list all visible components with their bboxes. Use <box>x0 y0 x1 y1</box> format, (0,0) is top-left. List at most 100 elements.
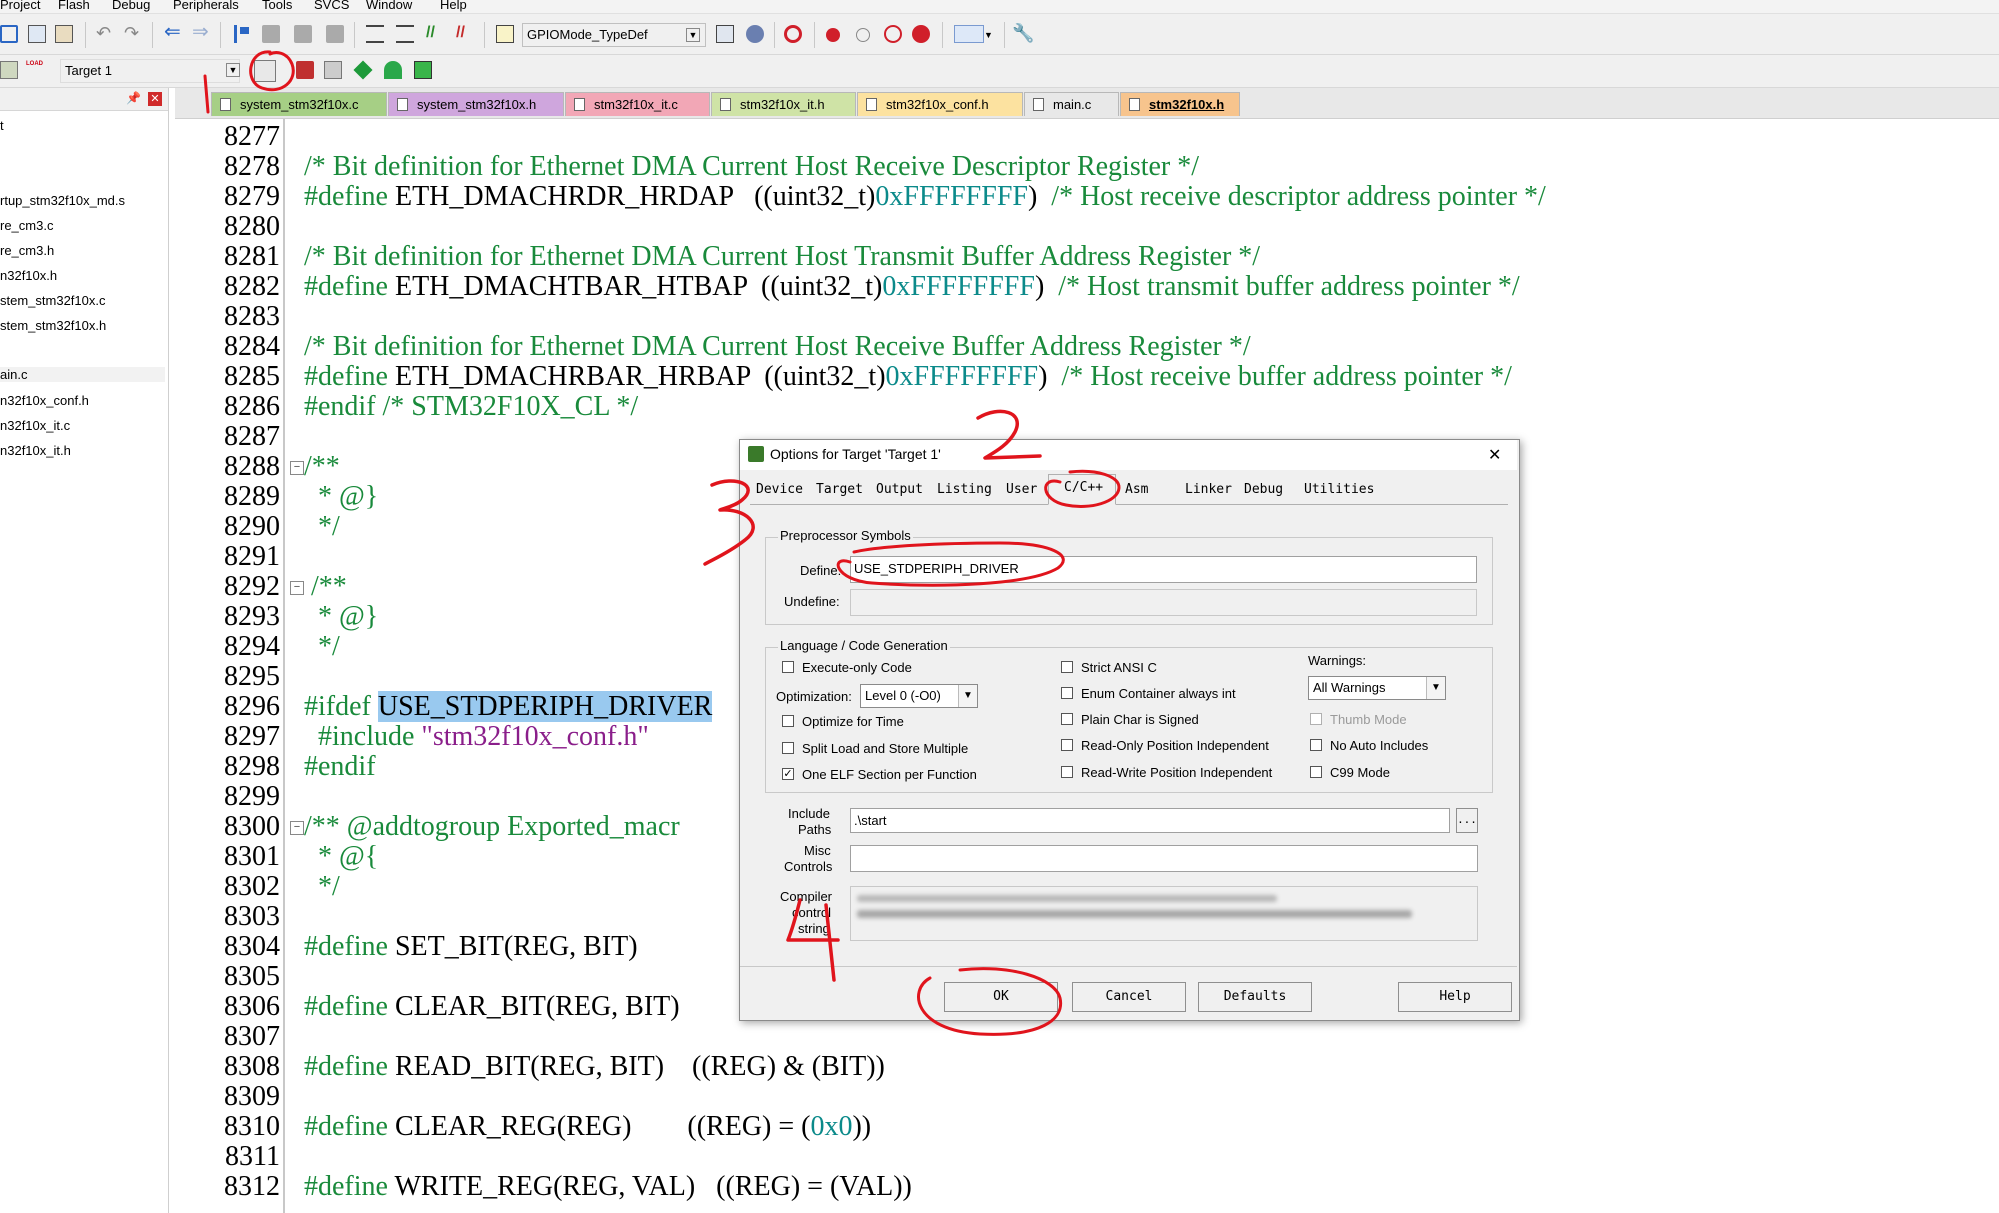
configure-wrench-icon[interactable]: 🔧 <box>1012 24 1034 43</box>
tree-item-selected[interactable]: ain.c <box>0 367 165 382</box>
menu-window[interactable]: Window <box>366 0 412 12</box>
tab-output[interactable]: Output <box>876 482 923 497</box>
no-auto-includes-checkbox[interactable] <box>1310 739 1322 751</box>
warnings-select[interactable]: All Warnings ▼ <box>1308 676 1446 700</box>
tab-asm[interactable]: Asm <box>1125 482 1148 497</box>
find-icon[interactable] <box>716 25 734 43</box>
tab-stm32f10x-it-h[interactable]: stm32f10x_it.h <box>711 92 856 116</box>
incremental-find-icon[interactable] <box>746 25 764 43</box>
prev-bookmark-icon[interactable] <box>262 25 280 43</box>
tab-system-stm32f10x-h[interactable]: system_stm32f10x.h <box>388 92 564 116</box>
manage-rte-icon[interactable] <box>414 61 432 79</box>
tree-item[interactable]: t <box>0 118 4 133</box>
tree-item[interactable]: re_cm3.c <box>0 218 53 233</box>
tab-stm32f10x-conf-h[interactable]: stm32f10x_conf.h <box>857 92 1023 116</box>
fold-toggle[interactable]: − <box>290 581 304 595</box>
disable-all-breakpoints-icon[interactable] <box>884 25 902 43</box>
find-combo[interactable]: GPIOMode_TypeDef <box>522 23 706 47</box>
tab-listing[interactable]: Listing <box>937 482 992 497</box>
menu-debug[interactable]: Debug <box>112 0 150 12</box>
plain-char-checkbox[interactable] <box>1061 713 1073 725</box>
indent-icon[interactable] <box>366 25 384 43</box>
menu-svcs[interactable]: SVCS <box>314 0 349 12</box>
pin-icon[interactable]: 📌 <box>126 91 141 105</box>
tree-item[interactable]: stem_stm32f10x.c <box>0 293 106 308</box>
disable-breakpoint-icon[interactable] <box>856 28 870 42</box>
tab-target[interactable]: Target <box>816 482 863 497</box>
include-paths-input[interactable]: .\start <box>850 808 1450 833</box>
c99-checkbox[interactable] <box>1310 766 1322 778</box>
help-button[interactable]: Help <box>1398 982 1512 1012</box>
menu-flash[interactable]: Flash <box>58 0 90 12</box>
execute-only-checkbox[interactable] <box>782 661 794 673</box>
target-combo[interactable]: Target 1 <box>60 59 240 83</box>
optimization-select[interactable]: Level 0 (-O0) ▼ <box>860 684 978 708</box>
tree-item[interactable]: stem_stm32f10x.h <box>0 318 106 333</box>
include-paths-browse-button[interactable]: ... <box>1456 808 1478 833</box>
load-icon[interactable]: LOAD <box>26 60 48 78</box>
undo-icon[interactable]: ↶ <box>96 24 114 43</box>
close-icon[interactable]: ✕ <box>1488 445 1501 465</box>
nav-forward-icon[interactable]: ⇒ <box>192 22 210 43</box>
tab-c-cpp[interactable]: C/C++ <box>1064 480 1103 495</box>
tab-debug[interactable]: Debug <box>1244 482 1283 497</box>
tree-item[interactable]: n32f10x.h <box>0 268 57 283</box>
tab-device[interactable]: Device <box>756 482 803 497</box>
strict-ansi-checkbox[interactable] <box>1061 661 1073 673</box>
chevron-down-icon[interactable]: ▼ <box>226 63 240 77</box>
copy-icon[interactable] <box>28 25 46 43</box>
enum-container-checkbox[interactable] <box>1061 687 1073 699</box>
tab-system-stm32f10x-c[interactable]: system_stm32f10x.c <box>211 92 387 116</box>
cancel-button[interactable]: Cancel <box>1072 982 1186 1012</box>
rw-pi-checkbox[interactable] <box>1061 766 1073 778</box>
menu-project[interactable]: Project <box>0 0 40 12</box>
chevron-down-icon[interactable]: ▼ <box>984 28 996 42</box>
close-icon[interactable]: ✕ <box>148 92 162 106</box>
undefine-input[interactable] <box>850 589 1477 616</box>
misc-controls-input[interactable] <box>850 845 1478 872</box>
ok-button[interactable]: OK <box>944 982 1058 1012</box>
unindent-icon[interactable] <box>396 25 414 43</box>
thumb-mode-checkbox[interactable] <box>1310 713 1322 725</box>
tab-stm32f10x-h[interactable]: stm32f10x.h <box>1120 92 1240 116</box>
tree-item[interactable]: n32f10x_it.c <box>0 418 70 433</box>
fold-toggle[interactable]: − <box>290 821 304 835</box>
tab-linker[interactable]: Linker <box>1185 482 1232 497</box>
one-elf-checkbox[interactable]: ✓ <box>782 768 794 780</box>
file-extensions-icon[interactable] <box>324 61 342 79</box>
comment-icon[interactable]: // <box>426 25 444 43</box>
tree-item[interactable]: n32f10x_conf.h <box>0 393 89 408</box>
menu-help[interactable]: Help <box>440 0 467 12</box>
tree-item[interactable]: rtup_stm32f10x_md.s <box>0 193 125 208</box>
clear-bookmarks-icon[interactable] <box>326 25 344 43</box>
cut-icon[interactable] <box>0 25 18 43</box>
select-software-packs-icon[interactable] <box>384 61 402 79</box>
tab-user[interactable]: User <box>1006 482 1037 497</box>
tree-item[interactable]: re_cm3.h <box>0 243 54 258</box>
tree-item[interactable]: n32f10x_it.h <box>0 443 71 458</box>
next-bookmark-icon[interactable] <box>294 25 312 43</box>
kill-breakpoints-icon[interactable] <box>912 25 930 43</box>
build-icon[interactable] <box>0 61 18 79</box>
split-load-checkbox[interactable] <box>782 742 794 754</box>
define-input[interactable]: USE_STDPERIPH_DRIVER <box>850 556 1477 583</box>
debug-session-icon[interactable] <box>784 25 802 43</box>
tab-stm32f10x-it-c[interactable]: stm32f10x_it.c <box>565 92 710 116</box>
chevron-down-icon[interactable]: ▼ <box>686 28 700 42</box>
manage-project-icon[interactable] <box>296 61 314 79</box>
optimize-time-checkbox[interactable] <box>782 715 794 727</box>
defaults-button[interactable]: Defaults <box>1198 982 1312 1012</box>
tab-utilities[interactable]: Utilities <box>1304 482 1374 497</box>
bookmark-icon[interactable] <box>234 25 252 43</box>
uncomment-icon[interactable]: // <box>456 25 474 43</box>
nav-back-icon[interactable]: ⇐ <box>164 22 182 43</box>
window-layout-icon[interactable] <box>954 25 984 43</box>
menu-peripherals[interactable]: Peripherals <box>173 0 239 12</box>
find-in-files-icon[interactable] <box>496 25 514 43</box>
tab-main-c[interactable]: main.c <box>1024 92 1119 116</box>
breakpoint-icon[interactable] <box>826 28 840 42</box>
ro-pi-checkbox[interactable] <box>1061 739 1073 751</box>
menu-tools[interactable]: Tools <box>262 0 292 12</box>
redo-icon[interactable]: ↷ <box>124 24 142 43</box>
pack-installer-icon[interactable] <box>353 60 373 80</box>
